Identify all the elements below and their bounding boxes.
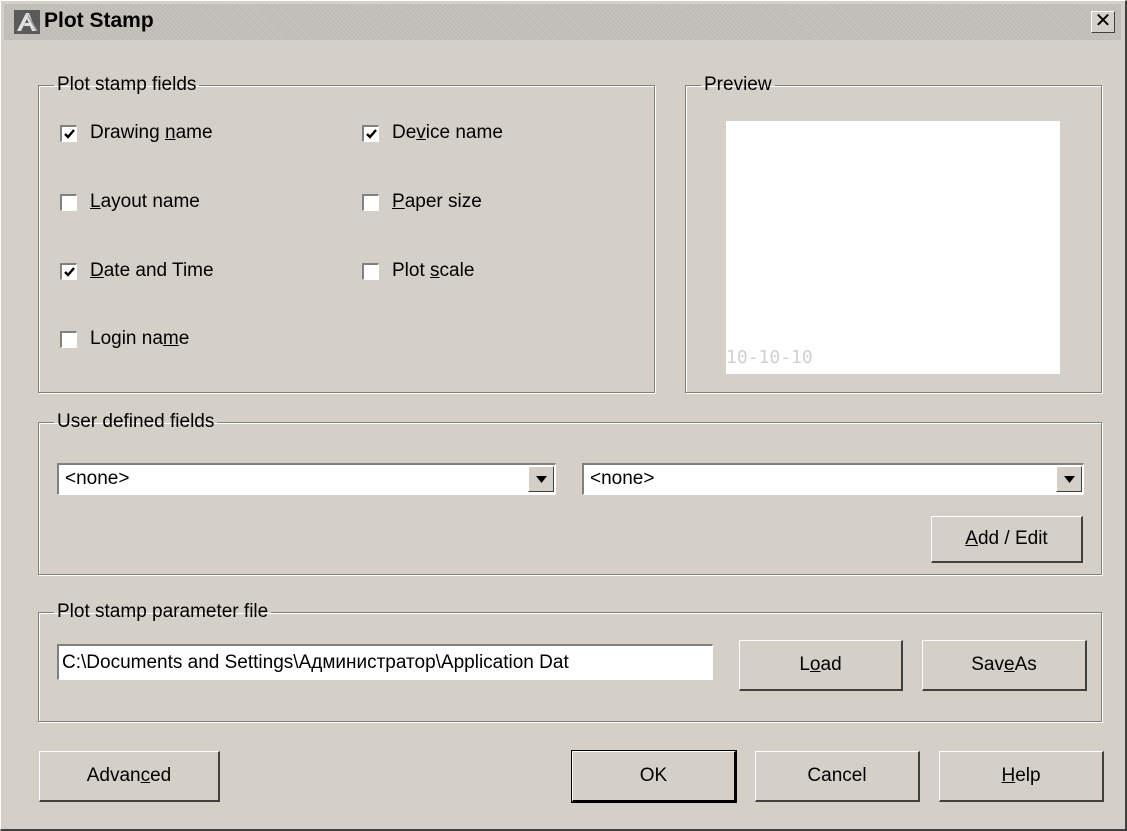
close-icon: ✕	[1094, 10, 1112, 32]
preview-legend: Preview	[704, 74, 772, 95]
layout-name-label: Layout name	[90, 191, 200, 212]
checkmark-icon	[366, 128, 377, 139]
plot-scale-label: Plot scale	[392, 260, 475, 281]
plot-scale-checkbox[interactable]: Plot scale	[362, 259, 474, 283]
user-defined-fields-legend: User defined fields	[57, 411, 215, 432]
chevron-down-icon	[1064, 476, 1075, 483]
cancel-button[interactable]: Cancel	[755, 751, 920, 802]
preview-canvas: 10-10-10	[726, 121, 1060, 374]
date-and-time-checkbox[interactable]: Date and Time	[60, 259, 214, 283]
plot-stamp-fields-legend: Plot stamp fields	[57, 74, 197, 95]
user-field-2-select[interactable]: <none>	[582, 463, 1084, 495]
drawing-name-checkbox[interactable]: Drawing name	[60, 121, 213, 145]
checkmark-icon	[64, 266, 75, 277]
save-as-button[interactable]: Sav e As	[922, 640, 1087, 691]
help-button[interactable]: Help	[939, 751, 1104, 802]
parameter-file-path-value: C:\Documents and Settings\Администратор\…	[62, 652, 569, 673]
device-name-label: Device name	[392, 122, 503, 143]
checkbox-box[interactable]	[60, 124, 77, 142]
checkbox-box[interactable]	[60, 330, 77, 348]
parameter-file-path-input[interactable]: C:\Documents and Settings\Администратор\…	[57, 644, 713, 680]
checkbox-box[interactable]	[362, 262, 379, 280]
add-edit-button[interactable]: Add / Edit	[931, 516, 1083, 563]
advanced-button[interactable]: Advan c ed	[39, 751, 220, 802]
layout-name-checkbox[interactable]: Layout name	[60, 190, 200, 214]
ok-button[interactable]: OK	[571, 750, 737, 803]
close-button[interactable]: ✕	[1091, 11, 1115, 33]
dropdown-button[interactable]	[1056, 466, 1082, 492]
checkbox-box[interactable]	[362, 124, 379, 142]
plot-stamp-dialog: Plot Stamp ✕ Plot stamp fields Drawing n…	[0, 0, 1127, 831]
checkbox-box[interactable]	[60, 262, 77, 280]
user-field-2-value: <none>	[590, 468, 655, 489]
title-bar[interactable]: Plot Stamp ✕	[4, 4, 1121, 40]
drawing-name-label: Drawing name	[90, 122, 213, 143]
load-button[interactable]: Lo ad	[739, 640, 903, 691]
preview-stamp-text: 10-10-10	[726, 347, 813, 368]
autocad-icon	[14, 10, 40, 34]
date-and-time-label: Date and Time	[90, 260, 214, 281]
checkbox-box[interactable]	[60, 193, 77, 211]
window-title: Plot Stamp	[44, 9, 154, 32]
parameter-file-legend: Plot stamp parameter file	[57, 601, 269, 622]
user-field-1-select[interactable]: <none>	[57, 463, 556, 495]
device-name-checkbox[interactable]: Device name	[362, 121, 503, 145]
login-name-checkbox[interactable]: Login name	[60, 327, 189, 351]
dropdown-button[interactable]	[528, 466, 554, 492]
preview-group: Preview 10-10-10	[685, 75, 1102, 393]
paper-size-label: Paper size	[392, 191, 482, 212]
checkmark-icon	[64, 128, 75, 139]
paper-size-checkbox[interactable]: Paper size	[362, 190, 482, 214]
user-field-1-value: <none>	[65, 468, 130, 489]
checkbox-box[interactable]	[362, 193, 379, 211]
chevron-down-icon	[536, 476, 547, 483]
login-name-label: Login name	[90, 328, 190, 349]
